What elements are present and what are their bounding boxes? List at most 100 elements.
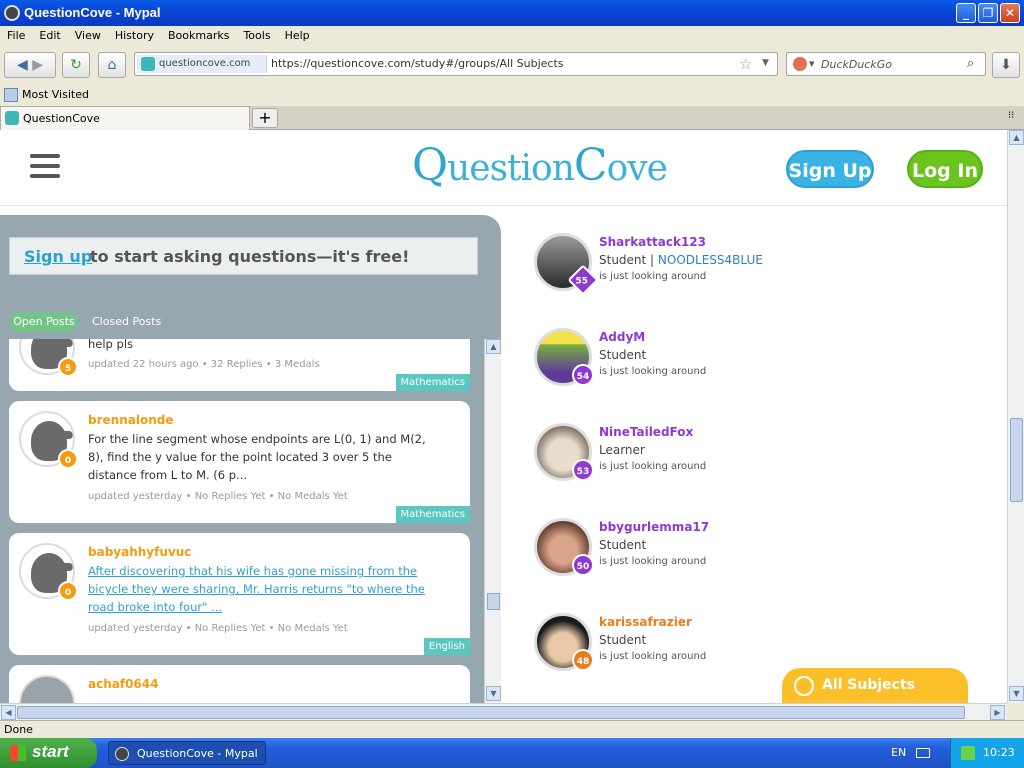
- user-activity: is just looking around: [599, 651, 707, 662]
- scroll-thumb[interactable]: [487, 593, 500, 610]
- minimize-button[interactable]: _: [956, 3, 976, 23]
- tab-questioncove[interactable]: QuestionCove: [0, 106, 250, 130]
- post-username[interactable]: brennalonde: [88, 413, 173, 427]
- signup-prompt: Sign up to start asking questions—it's f…: [9, 237, 478, 275]
- scroll-down-icon[interactable]: ▼: [486, 686, 501, 701]
- user-team-link[interactable]: NOODLESS4BLUE: [658, 253, 763, 267]
- tab-bar: QuestionCove + ⁝⁝: [0, 106, 1024, 130]
- downloads-icon[interactable]: ⬇: [992, 52, 1020, 78]
- sign-up-button[interactable]: Sign Up: [786, 150, 874, 188]
- user-item[interactable]: 53 NineTailedFox Learner is just looking…: [534, 423, 994, 493]
- menu-file[interactable]: File: [0, 26, 32, 42]
- page-horizontal-scrollbar[interactable]: ◀ ▶: [0, 703, 1007, 720]
- menu-bookmarks[interactable]: Bookmarks: [161, 26, 236, 42]
- bookmark-most-visited[interactable]: Most Visited: [22, 88, 89, 101]
- search-placeholder: DuckDuckGo: [821, 58, 892, 71]
- user-item[interactable]: 54 AddyM Student is just looking around: [534, 328, 994, 398]
- subject-tag[interactable]: English: [423, 638, 470, 655]
- language-indicator[interactable]: EN: [891, 746, 906, 759]
- scroll-up-icon[interactable]: ▲: [1009, 130, 1024, 145]
- url-bar[interactable]: questioncove.com https://questioncove.co…: [134, 52, 778, 76]
- post-username[interactable]: achaf0644: [88, 677, 158, 691]
- user-name[interactable]: karissafrazier: [599, 615, 692, 629]
- tab-list-icon[interactable]: ⁝⁝: [1008, 110, 1014, 121]
- user-activity: is just looking around: [599, 461, 707, 472]
- scroll-right-icon[interactable]: ▶: [990, 705, 1005, 720]
- bookmark-star-icon[interactable]: ☆: [739, 55, 752, 73]
- post-card[interactable]: 0 brennalonde For the line segment whose…: [9, 401, 470, 523]
- menu-help[interactable]: Help: [278, 26, 317, 42]
- close-button[interactable]: ✕: [1000, 3, 1020, 23]
- post-meta: updated yesterday • No Replies Yet • No …: [88, 623, 348, 634]
- user-role: Student: [599, 538, 647, 552]
- url-text[interactable]: https://questioncove.com/study#/groups/A…: [271, 57, 564, 70]
- tab-open-posts[interactable]: Open Posts: [10, 312, 78, 332]
- user-name[interactable]: Sharkattack123: [599, 235, 706, 249]
- questioncove-logo[interactable]: QuestionCove: [412, 140, 668, 191]
- avatar[interactable]: [19, 675, 75, 703]
- back-arrow-icon[interactable]: ◀: [17, 57, 28, 73]
- site-identity-label[interactable]: questioncove.com: [137, 55, 267, 73]
- post-card[interactable]: 5 help pls updated 22 hours ago • 32 Rep…: [9, 339, 470, 391]
- menu-view[interactable]: View: [68, 26, 108, 42]
- scroll-thumb[interactable]: [17, 706, 965, 719]
- user-name[interactable]: bbygurlemma17: [599, 520, 709, 534]
- scroll-down-icon[interactable]: ▼: [1009, 686, 1024, 701]
- user-name[interactable]: NineTailedFox: [599, 425, 693, 439]
- url-dropdown-icon[interactable]: ▼: [762, 58, 769, 68]
- subject-tag[interactable]: Mathematics: [395, 506, 470, 523]
- home-icon[interactable]: ⌂: [98, 52, 126, 78]
- tab-closed-posts[interactable]: Closed Posts: [92, 312, 161, 332]
- subject-tag[interactable]: Mathematics: [395, 374, 470, 391]
- menu-history[interactable]: History: [108, 26, 161, 42]
- keyboard-icon[interactable]: [916, 748, 930, 758]
- status-bar: Done: [0, 720, 1024, 738]
- post-text[interactable]: help pls: [88, 339, 433, 353]
- menu-edit[interactable]: Edit: [32, 26, 67, 42]
- signup-prompt-text: to start asking questions—it's free!: [90, 247, 410, 266]
- most-visited-icon: [4, 88, 18, 102]
- scroll-thumb[interactable]: [1010, 418, 1023, 502]
- user-item[interactable]: 50 bbygurlemma17 Student is just looking…: [534, 518, 994, 588]
- online-users-list: 55 Sharkattack123 Student | NOODLESS4BLU…: [512, 215, 1007, 703]
- start-button[interactable]: start: [0, 738, 97, 768]
- post-card[interactable]: 0 babyahhyfuvuc After discovering that h…: [9, 533, 470, 655]
- post-username[interactable]: babyahhyfuvuc: [88, 545, 191, 559]
- post-text[interactable]: For the line segment whose endpoints are…: [88, 430, 433, 484]
- web-page: QuestionCove Sign Up Log In Sign up to s…: [0, 130, 1007, 703]
- menu-tools[interactable]: Tools: [236, 26, 277, 42]
- taskbar-item-browser[interactable]: QuestionCove - Mypal: [108, 741, 266, 765]
- post-card[interactable]: achaf0644: [9, 665, 470, 703]
- menu-bar: File Edit View History Bookmarks Tools Help: [0, 26, 1024, 46]
- forward-arrow-icon[interactable]: ▶: [32, 57, 43, 73]
- bookmarks-toolbar: Most Visited: [0, 84, 1024, 106]
- clock[interactable]: 10:23: [983, 746, 1015, 759]
- reload-icon[interactable]: ↻: [62, 52, 90, 78]
- scroll-up-icon[interactable]: ▲: [486, 339, 501, 354]
- posts-scrollbar[interactable]: ▲ ▼: [484, 339, 501, 703]
- user-name[interactable]: AddyM: [599, 330, 645, 344]
- back-forward-buttons[interactable]: ◀ ▶: [4, 52, 56, 78]
- post-text[interactable]: After discovering that his wife has gone…: [88, 562, 433, 616]
- user-role: Student: [599, 348, 647, 362]
- scroll-left-icon[interactable]: ◀: [1, 705, 16, 720]
- post-meta: updated yesterday • No Replies Yet • No …: [88, 491, 348, 502]
- search-engine-dropdown-icon[interactable]: ▼: [809, 60, 814, 68]
- new-tab-button[interactable]: +: [252, 108, 278, 128]
- posts-panel: Sign up to start asking questions—it's f…: [0, 215, 501, 703]
- maximize-button[interactable]: ❐: [978, 3, 998, 23]
- system-tray: 10:23: [950, 738, 1024, 768]
- all-subjects-button[interactable]: All Subjects: [782, 668, 968, 704]
- level-badge: 53: [572, 459, 594, 481]
- hamburger-menu-icon[interactable]: [30, 154, 60, 178]
- user-item[interactable]: 55 Sharkattack123 Student | NOODLESS4BLU…: [534, 233, 994, 303]
- site-favicon-icon: [141, 57, 155, 71]
- search-icon[interactable]: ⌕: [967, 56, 974, 71]
- search-input[interactable]: ▼ DuckDuckGo ⌕: [786, 52, 986, 76]
- log-in-button[interactable]: Log In: [907, 150, 983, 188]
- network-icon[interactable]: [961, 746, 975, 760]
- duckduckgo-icon[interactable]: [793, 57, 807, 71]
- window-titlebar: QuestionCove - Mypal _ ❐ ✕: [0, 0, 1024, 26]
- signup-link[interactable]: Sign up: [24, 247, 92, 266]
- page-vertical-scrollbar[interactable]: ▲ ▼: [1007, 130, 1024, 703]
